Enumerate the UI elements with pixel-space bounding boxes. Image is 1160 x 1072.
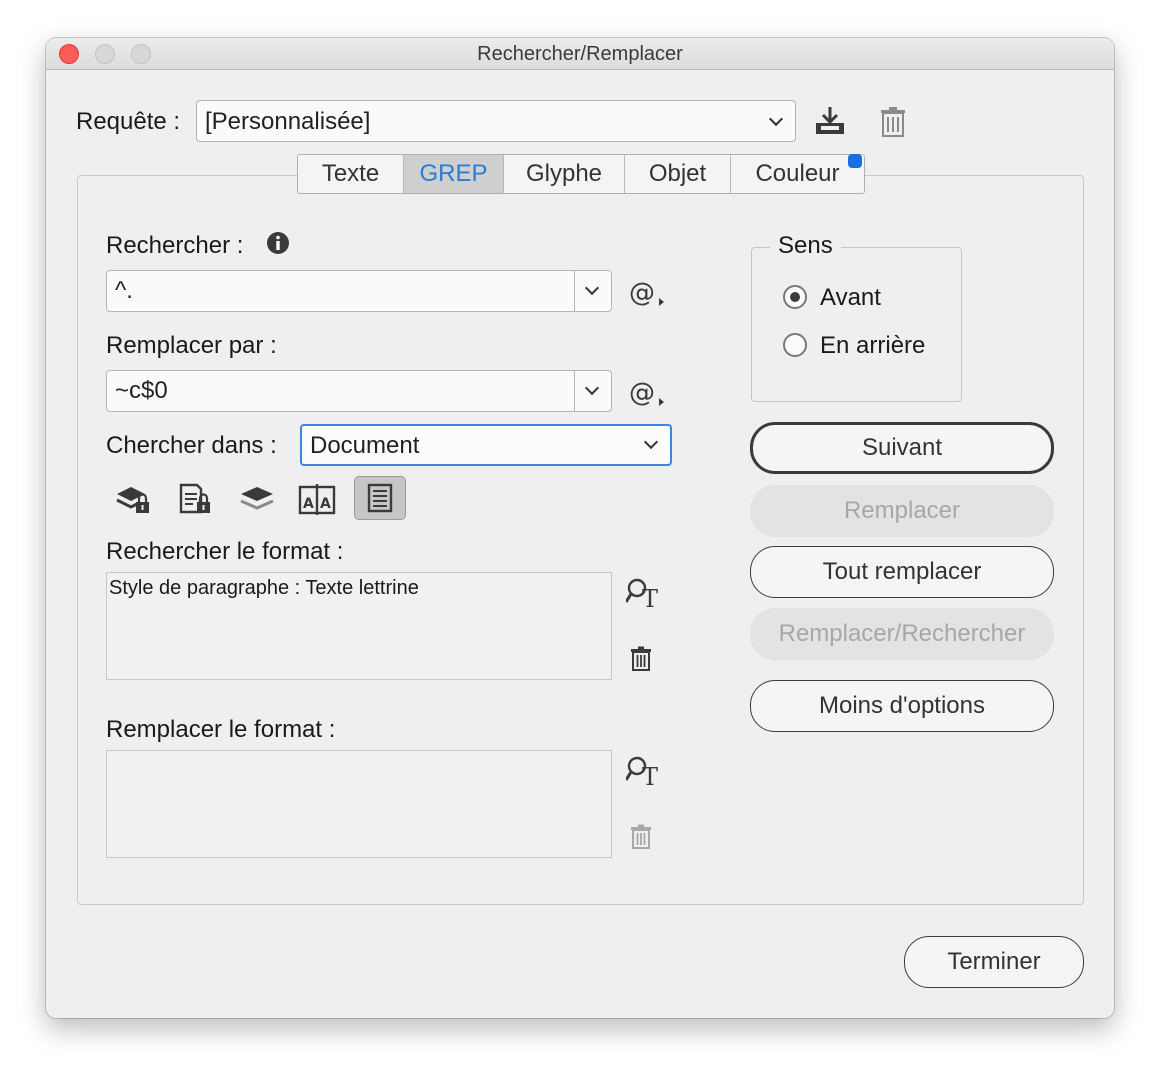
radio-backward[interactable]	[783, 333, 807, 357]
svg-text:@: @	[629, 278, 655, 308]
svg-text:A: A	[320, 496, 331, 512]
search-history-button[interactable]	[574, 271, 611, 311]
next-button[interactable]: Suivant	[750, 422, 1054, 474]
specify-change-format-icon[interactable]: T	[624, 754, 664, 788]
save-query-icon[interactable]	[812, 104, 848, 138]
scope-value: Document	[310, 432, 420, 459]
radio-forward[interactable]	[783, 285, 807, 309]
replace-all-button[interactable]: Tout remplacer	[750, 546, 1054, 598]
include-footnotes-icon[interactable]	[354, 476, 406, 520]
radio-backward-label[interactable]: En arrière	[820, 332, 925, 360]
query-label: Requête :	[76, 108, 181, 135]
include-master-pages-icon[interactable]: A A	[294, 478, 340, 520]
svg-text:T: T	[642, 763, 658, 787]
tab-couleur[interactable]: Couleur	[731, 155, 864, 193]
radio-forward-label[interactable]: Avant	[820, 284, 881, 312]
trash-icon[interactable]	[878, 104, 908, 140]
tab-grep[interactable]: GREP	[404, 155, 504, 193]
svg-text:@: @	[629, 378, 655, 408]
replace-history-button[interactable]	[574, 371, 611, 411]
svg-text:A: A	[303, 496, 314, 512]
title-bar: Rechercher/Remplacer	[46, 38, 1114, 70]
tab-glyphe[interactable]: Glyphe	[504, 155, 625, 193]
window-title: Rechercher/Remplacer	[477, 43, 683, 65]
query-select[interactable]: [Personnalisée]	[196, 100, 796, 142]
at-special-characters-icon[interactable]: @	[628, 376, 668, 410]
direction-label: Sens	[770, 232, 841, 260]
replace-value: ~c$0	[115, 377, 168, 404]
done-button[interactable]: Terminer	[904, 936, 1084, 988]
info-icon[interactable]	[265, 230, 291, 256]
replace-find-button[interactable]: Remplacer/Rechercher	[750, 608, 1054, 660]
chevron-down-icon	[584, 280, 600, 296]
clear-find-format-trash-icon[interactable]	[628, 644, 654, 674]
notification-badge	[848, 154, 862, 168]
direction-group	[751, 247, 962, 402]
include-hidden-layers-icon[interactable]	[234, 478, 280, 520]
change-format-box[interactable]	[106, 750, 612, 858]
find-format-value: Style de paragraphe : Texte lettrine	[109, 577, 419, 599]
svg-text:T: T	[642, 585, 658, 609]
change-format-label: Remplacer le format :	[106, 716, 336, 743]
search-field[interactable]: ^.	[106, 270, 612, 312]
at-special-characters-icon[interactable]: @	[628, 276, 668, 310]
find-format-label: Rechercher le format :	[106, 538, 344, 565]
clear-change-format-trash-icon	[628, 822, 654, 852]
search-label: Rechercher :	[106, 232, 244, 259]
tab-bar: Texte GREP Glyphe Objet Couleur	[297, 154, 865, 194]
scope-label: Chercher dans :	[106, 432, 277, 459]
chevron-down-icon	[643, 434, 659, 450]
find-change-dialog: Rechercher/Remplacer Requête : [Personna…	[46, 38, 1114, 1018]
search-value: ^.	[115, 277, 133, 304]
chevron-down-icon	[768, 111, 784, 127]
replace-field[interactable]: ~c$0	[106, 370, 612, 412]
replace-button[interactable]: Remplacer	[750, 485, 1054, 537]
scope-select[interactable]: Document	[300, 424, 672, 466]
include-locked-layers-icon[interactable]	[110, 478, 156, 520]
replace-label: Remplacer par :	[106, 332, 277, 359]
fewer-options-button[interactable]: Moins d'options	[750, 680, 1054, 732]
include-locked-stories-icon[interactable]	[172, 478, 218, 520]
tab-texte[interactable]: Texte	[298, 155, 404, 193]
find-format-box[interactable]: Style de paragraphe : Texte lettrine	[106, 572, 612, 680]
tab-objet[interactable]: Objet	[625, 155, 731, 193]
query-value: [Personnalisée]	[205, 108, 371, 135]
chevron-down-icon	[584, 380, 600, 396]
specify-find-format-icon[interactable]: T	[624, 576, 664, 610]
